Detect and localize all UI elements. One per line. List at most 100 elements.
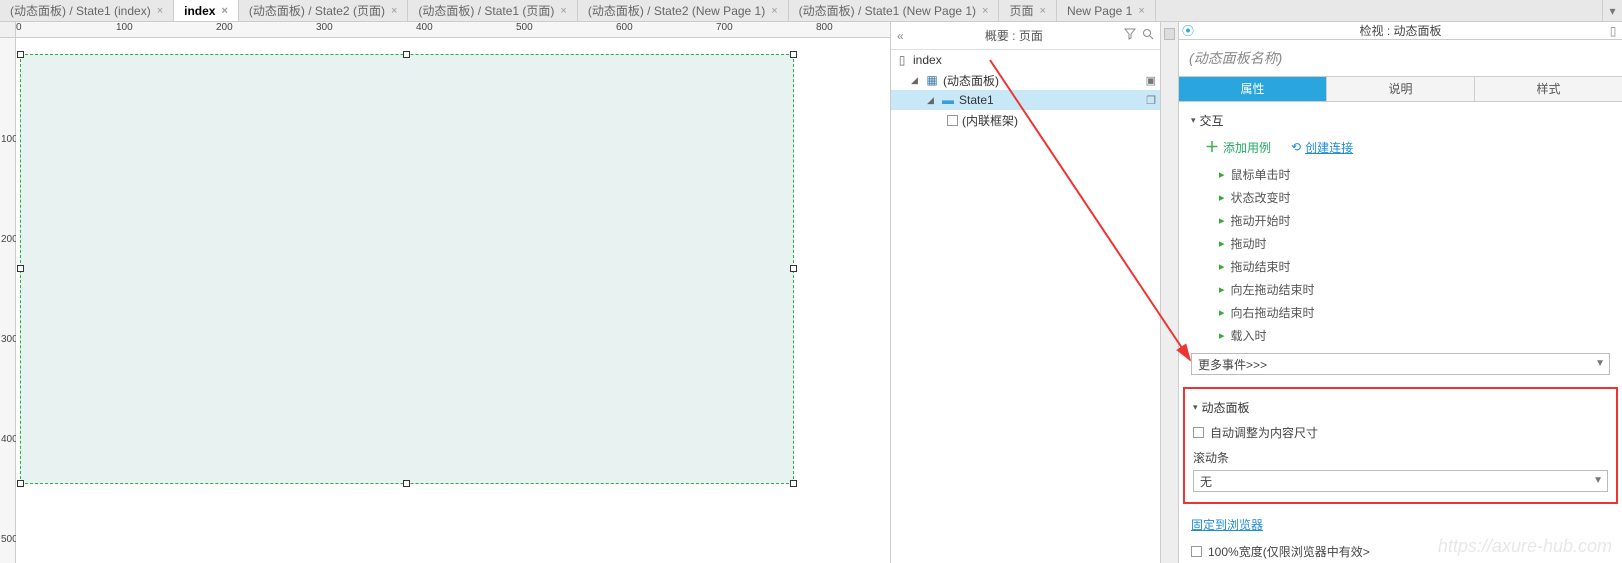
ruler-tick-label: 100	[116, 22, 133, 33]
resize-handle-e[interactable]	[790, 265, 797, 272]
close-icon[interactable]: ×	[1138, 5, 1144, 17]
resize-handle-ne[interactable]	[790, 51, 797, 58]
locate-icon[interactable]: ⦿	[1179, 22, 1197, 39]
close-icon[interactable]: ×	[1040, 5, 1046, 17]
chevron-down-icon: ▾	[1193, 402, 1198, 413]
event-statechange[interactable]: ▸状态改变时	[1191, 186, 1610, 209]
state-icon: ▬	[941, 93, 955, 107]
tab-state2-page[interactable]: (动态面板) / State2 (页面)×	[239, 0, 408, 21]
panel-splitter[interactable]	[1161, 22, 1179, 563]
resize-handle-nw[interactable]	[17, 51, 24, 58]
tab-style[interactable]: 样式	[1475, 77, 1622, 101]
ruler-tick-label: 200	[216, 22, 233, 33]
tabs-dropdown-icon[interactable]: ▾	[1602, 0, 1622, 22]
ruler-tick-label: 800	[816, 22, 833, 33]
event-swiperight[interactable]: ▸向右拖动结束时	[1191, 301, 1610, 324]
resize-handle-w[interactable]	[17, 265, 24, 272]
event-dragend[interactable]: ▸拖动结束时	[1191, 255, 1610, 278]
inspector-panel: ⦿ 检视 : 动态面板 ▯ (动态面板名称) 属性 说明 样式 ▾ 交互 ＋ 添…	[1179, 22, 1622, 563]
pin-to-browser-link[interactable]: 固定到浏览器	[1191, 510, 1610, 539]
widget-name-input[interactable]: (动态面板名称)	[1179, 40, 1622, 76]
filter-icon[interactable]	[1124, 28, 1136, 43]
event-label: 向左拖动结束时	[1231, 281, 1315, 298]
panel-badge-icon: ▣	[1146, 74, 1156, 87]
event-onload[interactable]: ▸载入时	[1191, 324, 1610, 347]
checkbox-icon[interactable]	[1193, 427, 1204, 438]
widget-checkbox-icon	[947, 115, 958, 126]
caret-icon[interactable]: ◢	[911, 75, 921, 86]
outline-tree: ▯ index ◢ ▦ (动态面板) ▣ ◢ ▬ State1 ❐	[891, 50, 1160, 563]
duplicate-icon[interactable]: ❐	[1146, 94, 1156, 107]
section-header-interactions[interactable]: ▾ 交互	[1191, 108, 1610, 133]
ruler-tick-label: 300	[316, 22, 333, 33]
tree-label: (动态面板)	[943, 72, 999, 89]
tab-properties[interactable]: 属性	[1179, 77, 1327, 101]
event-label: 拖动结束时	[1231, 258, 1291, 275]
tab-state2-new1[interactable]: (动态面板) / State2 (New Page 1)×	[578, 0, 789, 21]
tab-state1-page[interactable]: (动态面板) / State1 (页面) ×	[408, 0, 577, 21]
tab-label: 页面	[1009, 2, 1033, 19]
event-dragstart[interactable]: ▸拖动开始时	[1191, 209, 1610, 232]
outline-panel: « 概要 : 页面 ▯ index ◢ ▦ (动态面板)	[891, 22, 1161, 563]
resize-handle-sw[interactable]	[17, 480, 24, 487]
auto-fit-checkbox-row[interactable]: 自动调整为内容尺寸	[1193, 420, 1608, 445]
inspector-header: ⦿ 检视 : 动态面板 ▯	[1179, 22, 1622, 40]
caret-icon[interactable]: ◢	[927, 95, 937, 106]
tab-label: (动态面板) / State1 (页面)	[418, 2, 554, 19]
event-icon: ▸	[1219, 191, 1225, 204]
close-icon[interactable]: ×	[560, 5, 566, 17]
create-link-link[interactable]: ⟲ 创建连接	[1291, 139, 1353, 156]
chevron-down-icon: ▼	[1593, 475, 1603, 486]
close-icon[interactable]: ×	[157, 5, 163, 17]
event-icon: ▸	[1219, 214, 1225, 227]
close-icon[interactable]: ×	[771, 5, 777, 17]
add-case-link[interactable]: ＋ 添加用例	[1205, 137, 1271, 157]
checkbox-label: 100%宽度(仅限浏览器中有效>	[1208, 543, 1370, 560]
close-icon[interactable]: ×	[221, 5, 227, 17]
tab-index[interactable]: index×	[174, 0, 239, 21]
event-icon: ▸	[1219, 306, 1225, 319]
event-icon: ▸	[1219, 168, 1225, 181]
tab-state1-index[interactable]: (动态面板) / State1 (index) ×	[0, 0, 174, 21]
checkbox-icon[interactable]	[1191, 546, 1202, 557]
collapse-icon[interactable]: «	[897, 29, 904, 43]
ruler-tick-label: 500	[516, 22, 533, 33]
select-value: 无	[1200, 473, 1212, 490]
tab-new-page-1[interactable]: New Page 1×	[1057, 0, 1156, 21]
event-label: 载入时	[1231, 327, 1267, 344]
selected-widget[interactable]	[20, 54, 794, 484]
close-icon[interactable]: ×	[391, 5, 397, 17]
tab-label: (动态面板) / State1 (index)	[10, 2, 151, 19]
full-width-checkbox-row[interactable]: 100%宽度(仅限浏览器中有效>	[1191, 539, 1610, 563]
resize-handle-s[interactable]	[403, 480, 410, 487]
more-events-select[interactable]: 更多事件>>> ▼	[1191, 353, 1610, 375]
scrollbar-select[interactable]: 无 ▼	[1193, 470, 1608, 492]
tree-row-iframe[interactable]: (内联框架)	[891, 110, 1160, 130]
tab-notes[interactable]: 说明	[1327, 77, 1475, 101]
inspector-title: 检视 : 动态面板	[1197, 22, 1604, 39]
section-header-panel[interactable]: ▾ 动态面板	[1193, 395, 1608, 420]
event-drag[interactable]: ▸拖动时	[1191, 232, 1610, 255]
chevron-down-icon: ▾	[1191, 115, 1196, 126]
dynamic-panel-icon: ▦	[925, 73, 939, 87]
event-swipeleft[interactable]: ▸向左拖动结束时	[1191, 278, 1610, 301]
tab-state1-new1[interactable]: (动态面板) / State1 (New Page 1)×	[789, 0, 1000, 21]
tree-row-state1[interactable]: ◢ ▬ State1 ❐	[891, 90, 1160, 110]
resize-handle-n[interactable]	[403, 51, 410, 58]
tree-label: index	[913, 53, 942, 67]
scrollbar-label: 滚动条	[1193, 445, 1608, 470]
tree-row-page[interactable]: ▯ index	[891, 50, 1160, 70]
interactions-section: ▾ 交互 ＋ 添加用例 ⟲ 创建连接 ▸鼠标单击时 ▸状态改变时 ▸拖动开始时	[1179, 102, 1622, 381]
close-icon[interactable]: ×	[982, 5, 988, 17]
page-icon[interactable]: ▯	[1604, 24, 1622, 38]
tree-row-panel[interactable]: ◢ ▦ (动态面板) ▣	[891, 70, 1160, 90]
ruler-corner	[0, 22, 16, 38]
link-icon: ⟲	[1291, 140, 1301, 154]
tree-label: (内联框架)	[962, 112, 1018, 129]
section-title: 动态面板	[1202, 399, 1250, 416]
search-icon[interactable]	[1142, 28, 1154, 43]
tab-page[interactable]: 页面 ×	[999, 0, 1056, 21]
event-onclick[interactable]: ▸鼠标单击时	[1191, 163, 1610, 186]
resize-handle-se[interactable]	[790, 480, 797, 487]
canvas-stage[interactable]	[16, 38, 890, 563]
